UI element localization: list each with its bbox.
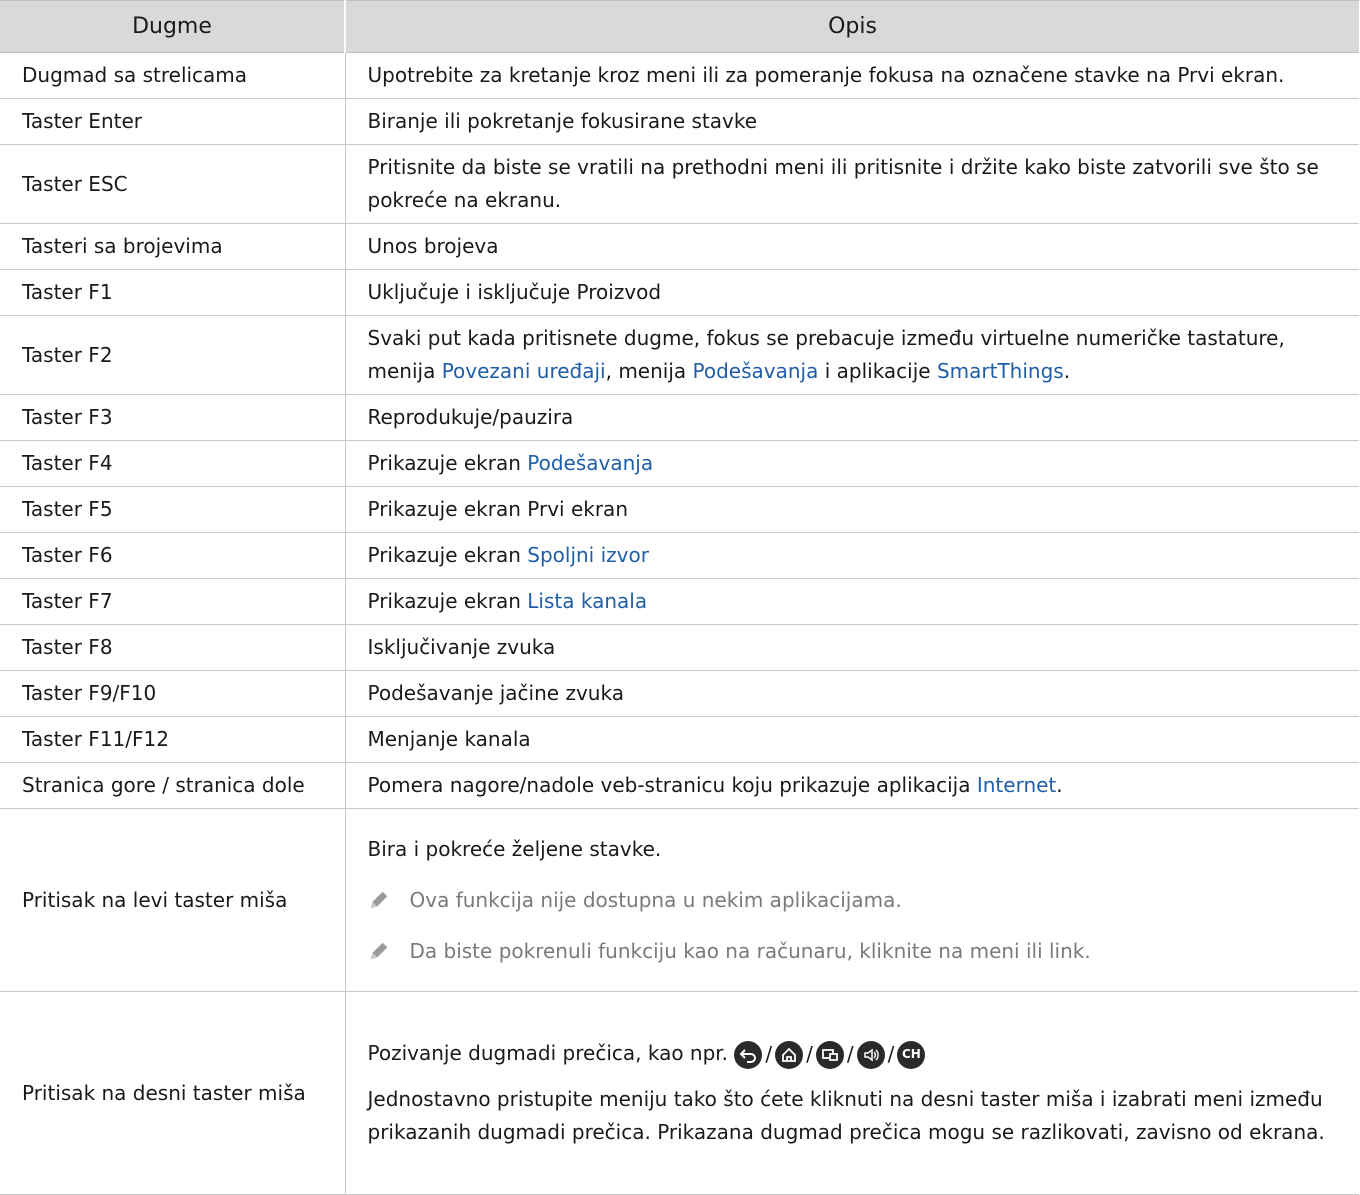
pencil-note-icon — [370, 942, 387, 960]
desc-text: i aplikacije — [818, 359, 937, 383]
row-key: Taster F9/F10 — [0, 670, 346, 717]
row-description: Bira i pokreće željene stavke. Ova funkc… — [345, 808, 1359, 992]
desc-text: . — [1056, 773, 1063, 797]
table-row: Taster F11/F12 Menjanje kanala — [0, 716, 1359, 763]
row-key: Taster ESC — [0, 144, 346, 224]
row-description: Prikazuje ekran Spoljni izvor — [345, 532, 1359, 579]
row-key: Taster F5 — [0, 486, 346, 533]
row-description: Reprodukuje/pauzira — [345, 394, 1359, 441]
desc-text: Prikazuje ekran — [367, 451, 528, 475]
link-smartthings[interactable]: SmartThings — [937, 359, 1064, 383]
row-description: Unos brojeva — [345, 223, 1359, 270]
link-povezani-uredjaji[interactable]: Povezani uređaji — [442, 359, 606, 383]
row-key: Tasteri sa brojevima — [0, 223, 346, 270]
link-podesavanja[interactable]: Podešavanja — [527, 451, 653, 475]
volume-icon — [856, 1040, 885, 1069]
table-row: Taster F1 Uključuje i isključuje Proizvo… — [0, 269, 1359, 316]
column-header-button: Dugme — [0, 0, 346, 53]
table-row: Taster ESC Pritisnite da biste se vratil… — [0, 144, 1359, 224]
return-icon — [734, 1040, 763, 1069]
table-row: Taster F8 Isključivanje zvuka — [0, 624, 1359, 671]
table-row: Taster F6 Prikazuje ekran Spoljni izvor — [0, 532, 1359, 579]
row-description: Podešavanje jačine zvuka — [345, 670, 1359, 717]
table-row: Pritisak na desni taster miša Pozivanje … — [0, 991, 1359, 1195]
row-key: Taster F6 — [0, 532, 346, 579]
table-header-row: Dugme Opis — [0, 0, 1359, 53]
table-row: Taster F4 Prikazuje ekran Podešavanja — [0, 440, 1359, 487]
row-key: Taster Enter — [0, 98, 346, 145]
row-key: Taster F4 — [0, 440, 346, 487]
row-description: Upotrebite za kretanje kroz meni ili za … — [345, 52, 1359, 99]
link-spoljni-izvor[interactable]: Spoljni izvor — [527, 543, 649, 567]
desc-text: . — [1063, 359, 1071, 383]
row-description: Pozivanje dugmadi prečica, kao npr. / / … — [345, 991, 1359, 1195]
note-line: Ova funkcija nije dostupna u nekim aplik… — [368, 884, 1350, 917]
table-row: Taster F3 Reprodukuje/pauzira — [0, 394, 1359, 441]
desc-text: Pomera nagore/nadole veb-stranicu koju p… — [367, 773, 977, 797]
table-row: Dugmad sa strelicama Upotrebite za kreta… — [0, 52, 1359, 99]
table-row: Taster F5 Prikazuje ekran Prvi ekran — [0, 486, 1359, 533]
table-row: Pritisak na levi taster miša Bira i pokr… — [0, 808, 1359, 992]
table-row: Taster F9/F10 Podešavanje jačine zvuka — [0, 670, 1359, 717]
shortcut-table: Dugme Opis Dugmad sa strelicama Upotrebi… — [0, 0, 1359, 1195]
link-internet[interactable]: Internet — [977, 773, 1056, 797]
note-line: Da biste pokrenuli funkciju kao na račun… — [368, 935, 1350, 968]
row-description: Pritisnite da biste se vratili na pretho… — [345, 144, 1359, 224]
row-key: Taster F7 — [0, 578, 346, 625]
row-key: Taster F11/F12 — [0, 716, 346, 763]
channel-icon: CH — [897, 1040, 926, 1069]
source-icon — [815, 1040, 844, 1069]
row-description: Menjanje kanala — [345, 716, 1359, 763]
row-description: Prikazuje ekran Podešavanja — [345, 440, 1359, 487]
row-description: Isključivanje zvuka — [345, 624, 1359, 671]
row-key: Taster F3 — [0, 394, 346, 441]
table-row: Taster F2 Svaki put kada pritisnete dugm… — [0, 315, 1359, 395]
desc-paragraph: Jednostavno pristupite meniju tako što ć… — [367, 1087, 1325, 1144]
row-description: Prikazuje ekran Lista kanala — [345, 578, 1359, 625]
row-key: Stranica gore / stranica dole — [0, 762, 346, 809]
home-icon — [775, 1040, 804, 1069]
row-key: Taster F2 — [0, 315, 346, 395]
note-text: Da biste pokrenuli funkciju kao na račun… — [409, 938, 1091, 963]
shortcut-icon-group: / / / / CH — [734, 1038, 926, 1071]
row-description: Uključuje i isključuje Proizvod — [345, 269, 1359, 316]
pencil-note-icon — [370, 891, 387, 909]
link-lista-kanala[interactable]: Lista kanala — [527, 589, 647, 613]
row-description: Pomera nagore/nadole veb-stranicu koju p… — [345, 762, 1359, 809]
desc-text: Pozivanje dugmadi prečica, kao npr. — [367, 1041, 735, 1065]
row-key: Pritisak na desni taster miša — [0, 991, 346, 1195]
note-text: Ova funkcija nije dostupna u nekim aplik… — [409, 887, 902, 912]
table-row: Taster Enter Biranje ili pokretanje foku… — [0, 98, 1359, 145]
desc-text: Bira i pokreće željene stavke. — [367, 836, 662, 861]
row-description: Prikazuje ekran Prvi ekran — [345, 486, 1359, 533]
row-description: Svaki put kada pritisnete dugme, fokus s… — [345, 315, 1359, 395]
row-key: Dugmad sa strelicama — [0, 52, 346, 99]
column-header-description: Opis — [345, 0, 1359, 53]
desc-text: Prikazuje ekran — [367, 589, 528, 613]
desc-text: , menija — [605, 359, 693, 383]
link-podesavanja[interactable]: Podešavanja — [693, 359, 819, 383]
row-key: Taster F1 — [0, 269, 346, 316]
table-row: Taster F7 Prikazuje ekran Lista kanala — [0, 578, 1359, 625]
desc-text: Prikazuje ekran — [367, 543, 528, 567]
table-row: Stranica gore / stranica dole Pomera nag… — [0, 762, 1359, 809]
row-key: Taster F8 — [0, 624, 346, 671]
table-row: Tasteri sa brojevima Unos brojeva — [0, 223, 1359, 270]
row-key: Pritisak na levi taster miša — [0, 808, 346, 992]
row-description: Biranje ili pokretanje fokusirane stavke — [345, 98, 1359, 145]
